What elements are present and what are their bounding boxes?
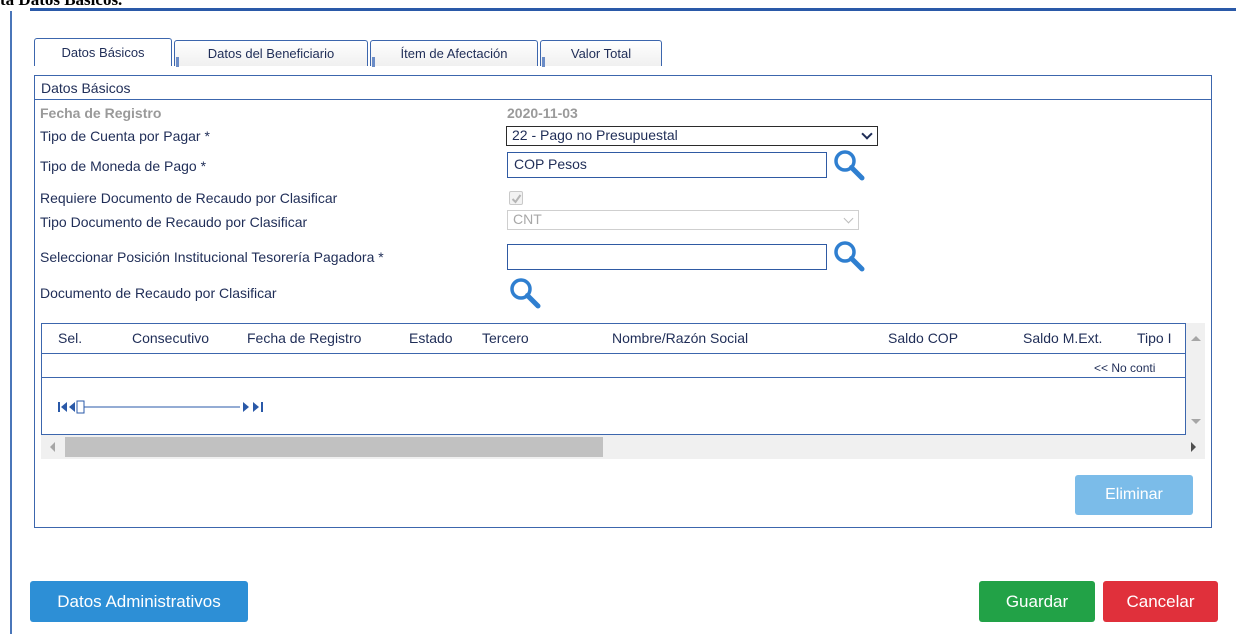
requiere-doc-label: Requiere Documento de Recaudo por Clasif… bbox=[40, 190, 338, 206]
tipo-doc-value: CNT bbox=[513, 211, 542, 227]
tipo-cuenta-select[interactable]: 22 - Pago no Presupuestal bbox=[506, 126, 878, 146]
scroll-thumb[interactable] bbox=[65, 437, 603, 457]
left-rail bbox=[10, 11, 12, 634]
posicion-tesoreria-label: Seleccionar Posición Institucional Tesor… bbox=[40, 249, 384, 265]
col-estado[interactable]: Estado bbox=[409, 330, 453, 346]
tab-label: Valor Total bbox=[570, 46, 632, 61]
tipo-cuenta-value: 22 - Pago no Presupuestal bbox=[512, 127, 678, 143]
next-page-icon[interactable] bbox=[243, 402, 249, 412]
tab-notch bbox=[542, 57, 545, 67]
cancelar-button[interactable]: Cancelar bbox=[1103, 581, 1218, 622]
col-sel[interactable]: Sel. bbox=[58, 330, 82, 346]
tab-datos-beneficiario[interactable]: Datos del Beneficiario bbox=[174, 40, 368, 67]
horizontal-scrollbar[interactable] bbox=[41, 435, 1205, 459]
tab-label: Datos del Beneficiario bbox=[207, 46, 335, 61]
recaudo-grid: Sel. Consecutivo Fecha de Registro Estad… bbox=[41, 323, 1205, 459]
posicion-tesoreria-input[interactable] bbox=[507, 244, 827, 270]
requiere-doc-checkbox[interactable] bbox=[509, 191, 523, 205]
panel-title: Datos Básicos bbox=[35, 76, 1211, 100]
prev-page-icon[interactable] bbox=[69, 402, 75, 412]
col-tercero[interactable]: Tercero bbox=[482, 330, 529, 346]
search-icon[interactable] bbox=[832, 148, 866, 182]
grid-body: Sel. Consecutivo Fecha de Registro Estad… bbox=[41, 323, 1186, 435]
col-fecha-registro[interactable]: Fecha de Registro bbox=[247, 330, 361, 346]
vertical-scrollbar[interactable] bbox=[1186, 323, 1205, 435]
tab-bar: Datos Básicos Datos del Beneficiario Íte… bbox=[34, 38, 664, 67]
fecha-registro-label: Fecha de Registro bbox=[40, 105, 162, 121]
tipo-doc-label: Tipo Documento de Recaudo por Clasificar bbox=[40, 214, 308, 230]
grid-empty-message: << No conti bbox=[1094, 361, 1156, 375]
check-icon bbox=[511, 194, 522, 204]
scroll-down-icon[interactable] bbox=[1191, 419, 1201, 424]
datos-administrativos-button[interactable]: Datos Administrativos bbox=[30, 581, 248, 622]
guardar-button[interactable]: Guardar bbox=[979, 581, 1095, 622]
scroll-up-icon[interactable] bbox=[1191, 336, 1201, 341]
grid-header-row: Sel. Consecutivo Fecha de Registro Estad… bbox=[42, 324, 1185, 354]
col-saldo-cop[interactable]: Saldo COP bbox=[888, 330, 958, 346]
tipo-moneda-value: COP Pesos bbox=[514, 156, 587, 172]
tab-notch bbox=[372, 57, 375, 67]
eliminar-button[interactable]: Eliminar bbox=[1075, 475, 1193, 515]
search-icon[interactable] bbox=[832, 239, 866, 273]
top-strip: ta Datos Básicos. bbox=[0, 0, 1236, 12]
first-page-icon[interactable] bbox=[58, 402, 67, 412]
chevron-down-icon bbox=[861, 128, 873, 140]
tipo-moneda-label: Tipo de Moneda de Pago * bbox=[40, 158, 207, 174]
scroll-right-icon[interactable] bbox=[1191, 442, 1196, 452]
scroll-left-icon[interactable] bbox=[50, 442, 55, 452]
tab-label: Ítem de Afectación bbox=[400, 46, 508, 61]
col-consecutivo[interactable]: Consecutivo bbox=[132, 330, 209, 346]
page-slider[interactable] bbox=[76, 400, 240, 414]
col-saldo-mext[interactable]: Saldo M.Ext. bbox=[1023, 330, 1102, 346]
grid-pager bbox=[58, 400, 263, 414]
col-tipo[interactable]: Tipo I bbox=[1137, 330, 1172, 346]
tab-item-afectacion[interactable]: Ítem de Afectación bbox=[370, 40, 538, 67]
tipo-moneda-input[interactable]: COP Pesos bbox=[507, 152, 827, 178]
fecha-registro-value: 2020-11-03 bbox=[507, 105, 578, 121]
tab-notch bbox=[176, 57, 179, 67]
doc-recaudo-label: Documento de Recaudo por Clasificar bbox=[40, 285, 277, 301]
tipo-doc-select[interactable]: CNT bbox=[507, 210, 859, 230]
col-nombre[interactable]: Nombre/Razón Social bbox=[612, 330, 748, 346]
search-icon[interactable] bbox=[508, 276, 542, 310]
tipo-cuenta-label: Tipo de Cuenta por Pagar * bbox=[40, 128, 210, 144]
tab-datos-basicos[interactable]: Datos Básicos bbox=[34, 38, 172, 66]
chevron-down-icon bbox=[843, 213, 854, 224]
tab-label: Datos Básicos bbox=[61, 45, 145, 60]
tab-valor-total[interactable]: Valor Total bbox=[540, 40, 662, 67]
last-page-icon[interactable] bbox=[253, 402, 263, 412]
grid-divider bbox=[42, 377, 1185, 378]
header-divider bbox=[30, 8, 1236, 11]
